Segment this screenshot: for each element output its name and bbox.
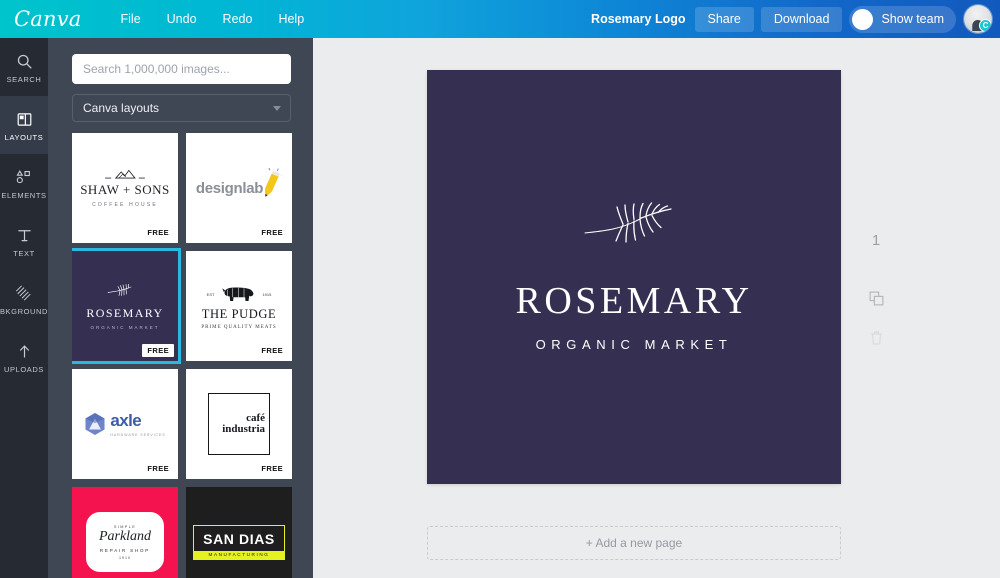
template-thumbnail-sandias[interactable]: SAN DIAS MANUFACTURING FREE <box>186 487 292 578</box>
duplicate-page-icon[interactable] <box>868 290 885 312</box>
add-new-page-label: + Add a new page <box>585 536 683 550</box>
menu-item-help[interactable]: Help <box>265 7 317 31</box>
free-badge: FREE <box>256 462 288 475</box>
avatar-badge: C <box>979 19 992 32</box>
logo-subtitle: ORGANIC MARKET <box>535 337 733 352</box>
layouts-icon <box>16 108 33 130</box>
thumbnail-subtitle: MANUFACTURING <box>208 552 270 557</box>
thumbnail-title: designlab <box>195 179 264 197</box>
thumbnail-subtitle: HARDWARE SERVICES <box>110 433 166 437</box>
pig-icon <box>222 287 254 301</box>
year-label: 1915 <box>262 292 272 297</box>
menu-item-redo[interactable]: Redo <box>210 7 266 31</box>
tool-rail: SEARCH LAYOUTS ELEMENTS TEXT BKGROUND UP… <box>0 38 48 578</box>
est-label: EST <box>206 292 215 297</box>
show-team-button[interactable]: Show team <box>849 5 956 33</box>
mountain-icon <box>105 169 145 179</box>
template-thumbnail-axle[interactable]: axle HARDWARE SERVICES FREE <box>72 369 178 479</box>
sidebar-label-elements: ELEMENTS <box>1 191 47 200</box>
search-icon <box>16 50 33 72</box>
thumbnail-title: SHAW + SONS <box>80 182 170 197</box>
template-thumbnail-rosemary[interactable]: ROSEMARY ORGANIC MARKET FREE <box>72 248 181 364</box>
show-team-label: Show team <box>881 12 944 26</box>
free-badge: FREE <box>256 226 288 239</box>
page-number: 1 <box>871 232 881 249</box>
sidebar-item-elements[interactable]: ELEMENTS <box>0 154 48 212</box>
layouts-panel: Canva layouts SHAW + SONS COFFEE HOUSE F… <box>48 38 313 578</box>
free-badge: FREE <box>142 344 174 357</box>
thumbnail-title: SAN DIAS <box>203 530 275 547</box>
header-actions: Rosemary Logo Share Download Show team C <box>591 0 1000 38</box>
sidebar-item-search[interactable]: SEARCH <box>0 38 48 96</box>
sidebar-label-uploads: UPLOADS <box>3 365 45 374</box>
thumbnail-content: SIMPLE Parkland REPAIR SHOP 1910 <box>72 487 178 578</box>
frame-border: SAN DIAS MANUFACTURING <box>193 524 285 560</box>
pencil-icon <box>265 168 283 197</box>
add-new-page-button[interactable]: + Add a new page <box>427 526 841 560</box>
template-thumbnail-designlab[interactable]: designlab FREE <box>186 133 292 243</box>
sidebar-label-layouts: LAYOUTS <box>4 133 44 142</box>
search-input[interactable] <box>72 54 291 84</box>
canvas-stage: ROSEMARY ORGANIC MARKET 1 + Add a new pa… <box>313 38 1000 578</box>
dropdown-value: Canva layouts <box>83 101 160 115</box>
template-thumbnail-parkland[interactable]: SIMPLE Parkland REPAIR SHOP 1910 FREE <box>72 487 178 578</box>
free-badge: FREE <box>256 344 288 357</box>
thumbnail-title: THE PUDGE <box>201 306 277 321</box>
thumbnail-subtitle: REPAIR SHOP <box>99 547 151 553</box>
thumbnail-title: ROSEMARY <box>86 305 164 320</box>
sidebar-label-text: TEXT <box>13 249 35 258</box>
chevron-down-icon <box>273 105 281 111</box>
thumbnail-subtitle: COFFEE HOUSE <box>92 202 158 208</box>
logo-title: ROSEMARY <box>515 280 753 322</box>
thumbnail-year: 1910 <box>119 555 131 560</box>
sidebar-label-background: BKGROUND <box>0 307 49 316</box>
main-menu: File Undo Redo Help <box>108 7 318 31</box>
template-thumbnail-shaw[interactable]: SHAW + SONS COFFEE HOUSE FREE <box>72 133 178 243</box>
canva-editor: Canva File Undo Redo Help Rosemary Logo … <box>0 0 1000 578</box>
thumbnail-title: Parkland <box>98 528 152 544</box>
sidebar-label-search: SEARCH <box>6 75 42 84</box>
delete-page-icon[interactable] <box>869 330 884 351</box>
thumbnail-subtitle: industria <box>222 423 265 435</box>
badge-shape: SIMPLE Parkland REPAIR SHOP 1910 <box>86 512 164 572</box>
canva-logo[interactable]: Canva <box>14 8 82 30</box>
template-thumbnail-pudge[interactable]: EST 1915 THE PUDGE PRIME QUALITY MEATS F… <box>186 251 292 361</box>
top-header-bar: Canva File Undo Redo Help Rosemary Logo … <box>0 0 1000 38</box>
rosemary-sprig-icon <box>584 202 672 243</box>
rosemary-sprig-icon <box>107 283 132 296</box>
page-controls: 1 <box>850 233 902 369</box>
document-title[interactable]: Rosemary Logo <box>591 12 685 26</box>
thumbnail-content: SAN DIAS MANUFACTURING <box>186 487 292 578</box>
user-avatar[interactable]: C <box>964 5 992 33</box>
thumbnail-title: axle <box>110 411 142 430</box>
layout-category-dropdown[interactable]: Canva layouts <box>72 94 291 122</box>
sidebar-item-background[interactable]: BKGROUND <box>0 270 48 328</box>
elements-icon <box>15 166 34 188</box>
free-badge: FREE <box>142 462 174 475</box>
search-area <box>48 38 313 84</box>
sidebar-item-layouts[interactable]: LAYOUTS <box>0 96 48 154</box>
sidebar-item-uploads[interactable]: UPLOADS <box>0 328 48 386</box>
uploads-icon <box>16 340 33 362</box>
template-thumbnail-cafe[interactable]: café industria FREE <box>186 369 292 479</box>
design-canvas[interactable]: ROSEMARY ORGANIC MARKET <box>427 70 841 484</box>
thumbnail-subtitle: PRIME QUALITY MEATS <box>201 324 277 330</box>
template-grid: SHAW + SONS COFFEE HOUSE FREE designlab <box>72 133 292 578</box>
team-avatar-placeholder <box>852 8 874 30</box>
download-button[interactable]: Download <box>760 6 843 32</box>
share-button[interactable]: Share <box>694 6 754 32</box>
text-icon <box>16 224 33 246</box>
menu-item-undo[interactable]: Undo <box>154 7 210 31</box>
free-badge: FREE <box>142 226 174 239</box>
hexagon-logo-icon <box>85 413 105 435</box>
menu-item-file[interactable]: File <box>108 7 154 31</box>
frame-border: café industria <box>208 393 270 455</box>
sidebar-item-text[interactable]: TEXT <box>0 212 48 270</box>
thumbnail-subtitle: ORGANIC MARKET <box>90 324 160 330</box>
background-icon <box>15 282 33 304</box>
